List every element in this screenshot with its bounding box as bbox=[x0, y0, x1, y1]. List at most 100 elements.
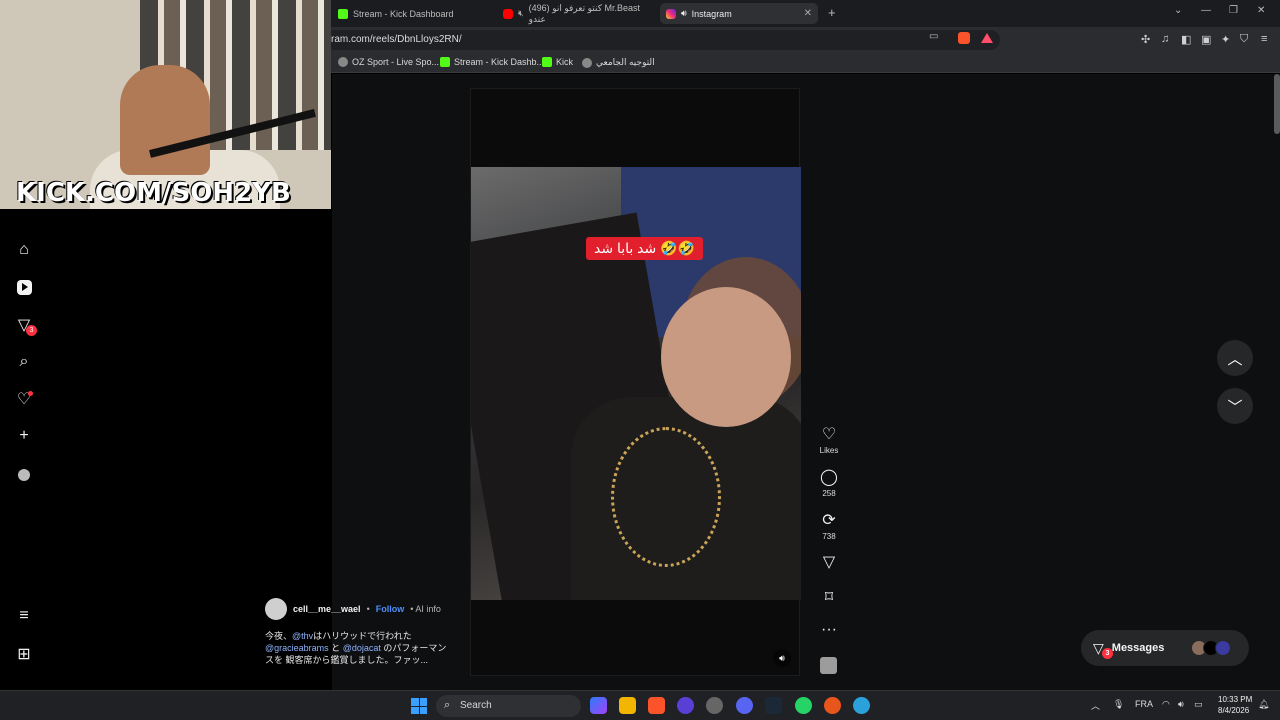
video-caption: شد بابا شد 🤣🤣 bbox=[586, 237, 704, 260]
tab-kick-dashboard[interactable]: Stream - Kick Dashboard bbox=[332, 3, 492, 24]
reels-icon[interactable] bbox=[14, 277, 34, 297]
reel-video[interactable]: شد بابا شد 🤣🤣 bbox=[471, 167, 801, 600]
ai-info-link[interactable]: • AI info bbox=[410, 604, 441, 614]
reel-description[interactable]: 今夜、@thvはハリウッドで行われた @gracieabrams と @doja… bbox=[265, 630, 450, 666]
close-window-icon[interactable]: ✕ bbox=[1257, 5, 1265, 16]
description-text: はハリウッドで行われた bbox=[313, 631, 412, 641]
wifi-icon[interactable]: ◠ bbox=[1162, 699, 1170, 710]
volume-icon[interactable]: 🔊︎ bbox=[773, 649, 791, 667]
youtube-icon bbox=[503, 8, 513, 19]
tray-overflow-icon[interactable]: ︿ bbox=[1091, 699, 1100, 712]
menu-icon[interactable]: ≡ bbox=[1261, 33, 1267, 45]
brave-shields-icon[interactable] bbox=[958, 32, 970, 44]
app-icon[interactable] bbox=[677, 697, 694, 714]
clock[interactable]: 10:33 PM 8/4/2026 bbox=[1218, 694, 1252, 716]
bookmark-label: التوجيه الجامعي bbox=[596, 57, 655, 67]
previous-reel-button[interactable]: ︿ bbox=[1217, 340, 1253, 376]
message-avatars bbox=[1191, 640, 1231, 656]
search-icon[interactable]: ⌕ bbox=[14, 352, 34, 372]
whatsapp-icon[interactable] bbox=[795, 697, 812, 714]
copilot-icon[interactable] bbox=[590, 697, 607, 714]
muted-speaker-icon[interactable]: 🔇︎ bbox=[518, 8, 524, 19]
author-avatar[interactable] bbox=[265, 598, 287, 620]
reel-player[interactable]: شد بابا شد 🤣🤣 🔊︎ bbox=[470, 88, 801, 676]
wallet-icon[interactable]: ▣ bbox=[1201, 33, 1211, 46]
cast-icon[interactable]: ▭ bbox=[929, 31, 938, 42]
like-button[interactable]: ♡ Likes bbox=[814, 424, 844, 455]
file-explorer-icon[interactable] bbox=[619, 697, 636, 714]
apps-icon[interactable]: ⊞ bbox=[14, 644, 34, 664]
bookmark-label: OZ Sport - Live Spo... bbox=[352, 57, 440, 67]
streamer-figure bbox=[120, 65, 210, 175]
notifications-icon[interactable]: 🔔︎ bbox=[1258, 699, 1269, 710]
scrollbar[interactable] bbox=[1274, 74, 1280, 134]
more-options-button[interactable]: ··· bbox=[814, 621, 844, 639]
messages-button[interactable]: ▽ 3 Messages bbox=[1081, 630, 1249, 666]
create-icon[interactable]: + bbox=[14, 426, 34, 446]
webcam-overlay: KICK.COM/SOH2YB bbox=[0, 0, 331, 209]
discord-icon[interactable] bbox=[736, 697, 753, 714]
time: 10:33 PM bbox=[1218, 695, 1253, 704]
follow-button[interactable]: Follow bbox=[376, 604, 405, 614]
new-tab-icon[interactable]: + bbox=[828, 5, 836, 20]
taskbar-search[interactable]: ⌕ Search bbox=[436, 695, 581, 717]
extensions-icon[interactable]: ✣ bbox=[1141, 33, 1150, 46]
language-indicator[interactable]: FRA bbox=[1135, 699, 1153, 709]
more-menu-icon[interactable]: ≡ bbox=[14, 606, 34, 626]
volume-icon[interactable]: 🔊︎ bbox=[1178, 699, 1184, 710]
chevron-up-icon: ︿ bbox=[1227, 350, 1243, 368]
tab-youtube[interactable]: 🔇︎ (496) كنتو تعرفو انو Mr.Beast عندو bbox=[497, 3, 655, 24]
save-button[interactable]: ⌑ bbox=[814, 587, 844, 607]
comment-button[interactable]: ◯ 258 bbox=[814, 467, 844, 498]
send-icon[interactable]: ▽ 3 bbox=[14, 315, 37, 336]
messages-badge: 3 bbox=[26, 325, 37, 336]
app-icon[interactable] bbox=[706, 697, 723, 714]
microphone-icon[interactable]: 🎙︎ bbox=[1113, 699, 1124, 710]
tab-instagram[interactable]: 🔊︎ Instagram ✕ bbox=[660, 3, 818, 24]
repost-button[interactable]: ⟳ 738 bbox=[814, 510, 844, 541]
comments-count: 258 bbox=[822, 489, 836, 498]
bookmark-kick[interactable]: Kick bbox=[542, 57, 573, 67]
bookmark-kick-dashboard[interactable]: Stream - Kick Dashb... bbox=[440, 57, 544, 67]
bookmark-icon: ⌑ bbox=[824, 589, 834, 606]
close-tab-icon[interactable]: ✕ bbox=[804, 8, 812, 19]
telegram-icon[interactable] bbox=[853, 697, 870, 714]
video-figure bbox=[611, 427, 721, 567]
bookmark-tawjih[interactable]: التوجيه الجامعي bbox=[582, 57, 655, 68]
media-icon[interactable]: ♫ bbox=[1161, 33, 1169, 45]
mention-link[interactable]: @gracieabrams bbox=[265, 643, 329, 653]
author-username[interactable]: cell__me__wael bbox=[293, 604, 361, 614]
windows-start-icon[interactable] bbox=[411, 698, 427, 714]
messages-label: Messages bbox=[1111, 642, 1165, 654]
search-placeholder: Search bbox=[460, 700, 492, 711]
vpn-icon[interactable]: ⛉ bbox=[1240, 33, 1248, 46]
heart-icon[interactable]: ♡ bbox=[14, 389, 34, 409]
home-icon[interactable]: ⌂ bbox=[14, 240, 34, 260]
app-icon[interactable] bbox=[824, 697, 841, 714]
sidebar-toggle-icon[interactable]: ◧ bbox=[1181, 33, 1191, 46]
maximize-icon[interactable]: ❐ bbox=[1229, 5, 1238, 16]
profile-avatar[interactable] bbox=[14, 465, 34, 485]
speaker-icon[interactable]: 🔊︎ bbox=[681, 8, 687, 19]
brave-browser-icon[interactable] bbox=[648, 697, 665, 714]
share-button[interactable]: ▽ bbox=[814, 552, 844, 572]
mention-link[interactable]: @thv bbox=[292, 631, 313, 641]
next-reel-button[interactable]: ﹀ bbox=[1217, 388, 1253, 424]
leo-ai-icon[interactable]: ✦ bbox=[1221, 33, 1230, 46]
mention-link[interactable]: @dojacat bbox=[343, 643, 381, 653]
kick-icon bbox=[338, 8, 348, 19]
tab-label: Instagram bbox=[691, 8, 732, 19]
windows-taskbar: ⌕ Search ︿ 🎙︎ FRA ◠ 🔊︎ ▭ 10:33 PM 8/4/20… bbox=[0, 690, 1280, 720]
tab-search-icon[interactable]: ⌄ bbox=[1174, 5, 1182, 16]
brave-rewards-icon[interactable] bbox=[981, 33, 993, 43]
url-field[interactable]: ram.com/reels/DbnLloys2RN/ bbox=[325, 30, 1000, 50]
globe-icon bbox=[582, 57, 592, 68]
audio-thumbnail[interactable] bbox=[820, 657, 837, 674]
send-icon: ▽ bbox=[822, 554, 836, 571]
video-figure bbox=[661, 287, 791, 427]
steam-icon[interactable] bbox=[765, 697, 782, 714]
reposts-count: 738 bbox=[822, 532, 836, 541]
battery-icon[interactable]: ▭ bbox=[1194, 699, 1203, 710]
bookmark-oz-sport[interactable]: OZ Sport - Live Spo... bbox=[338, 57, 439, 67]
minimize-icon[interactable]: — bbox=[1201, 5, 1211, 16]
